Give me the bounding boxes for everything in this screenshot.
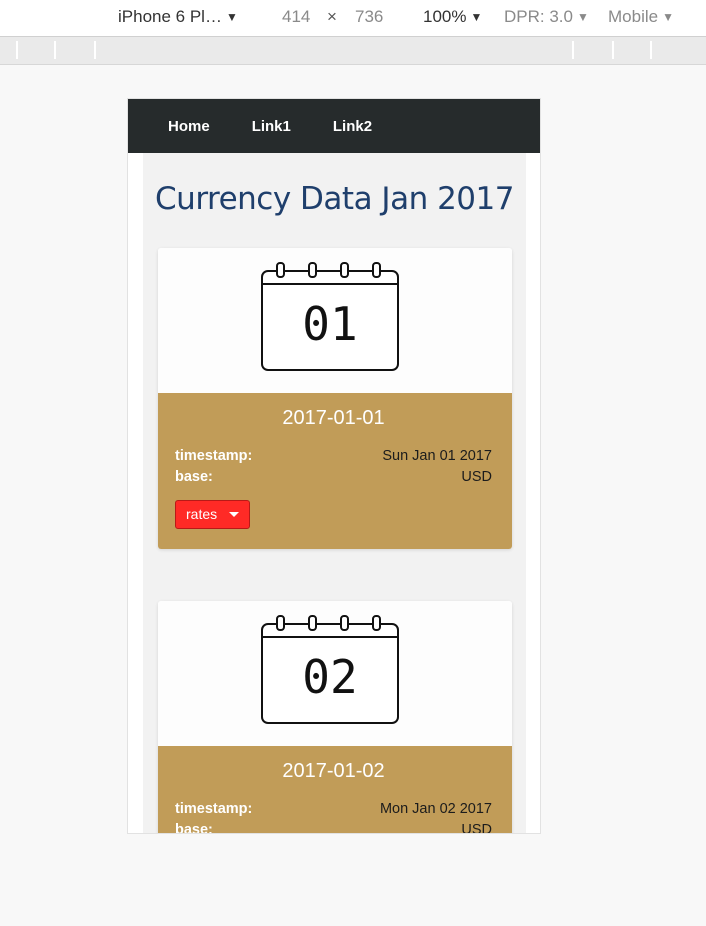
device-select[interactable]: iPhone 6 Pl… ▼	[118, 7, 238, 27]
rates-label: rates	[186, 506, 218, 522]
main-content: Currency Data Jan 2017 01 2017-01-01 tim…	[143, 153, 526, 833]
device-name: iPhone 6 Pl…	[118, 7, 222, 26]
width-input[interactable]: 414	[282, 7, 310, 27]
zoom-value: 100%	[423, 7, 467, 26]
base-label: base:	[175, 469, 213, 485]
base-row: base: USD	[175, 820, 492, 834]
chevron-down-icon: ▼	[225, 10, 238, 24]
caret-down-icon	[229, 511, 240, 517]
base-label: base:	[175, 822, 213, 834]
ruler-divider	[612, 41, 614, 59]
card-body: 2017-01-02 timestamp: Mon Jan 02 2017 ba…	[158, 746, 512, 834]
ruler-divider	[16, 41, 18, 59]
nav-link-link1[interactable]: Link1	[252, 118, 291, 135]
timestamp-label: timestamp:	[175, 448, 253, 464]
card-date: 2017-01-01	[282, 407, 385, 429]
device-viewport: Home Link1 Link2 Currency Data Jan 2017 …	[127, 98, 541, 834]
timestamp-label: timestamp:	[175, 801, 253, 817]
nav-link-link2[interactable]: Link2	[333, 118, 372, 135]
page-title: Currency Data Jan 2017	[155, 181, 514, 217]
calendar-icon: 01	[261, 262, 399, 371]
zoom-select[interactable]: 100% ▼	[423, 7, 482, 27]
ruler-divider	[650, 41, 652, 59]
height-input[interactable]: 736	[355, 7, 383, 27]
card-image: 01	[158, 248, 512, 393]
timestamp-value: Sun Jan 01 2017	[382, 448, 492, 464]
timestamp-row: timestamp: Sun Jan 01 2017	[175, 446, 492, 467]
chevron-down-icon: ▼	[662, 10, 674, 24]
nav-link-home[interactable]: Home	[168, 118, 210, 135]
dpr-value: DPR: 3.0	[504, 7, 573, 26]
chevron-down-icon: ▼	[470, 10, 483, 24]
calendar-icon: 02	[261, 615, 399, 724]
calendar-day: 02	[302, 650, 357, 704]
card-image: 02	[158, 601, 512, 746]
calendar-day: 01	[302, 297, 357, 351]
card-body: 2017-01-01 timestamp: Sun Jan 01 2017 ba…	[158, 393, 512, 549]
mode-select[interactable]: Mobile ▼	[608, 7, 674, 27]
device-toolbar: iPhone 6 Pl… ▼ 414 × 736 100% ▼ DPR: 3.0 ▼ …	[0, 0, 706, 37]
ruler-divider	[54, 41, 56, 59]
navbar: Home Link1 Link2	[128, 99, 540, 153]
base-value: USD	[461, 822, 492, 834]
mode-value: Mobile	[608, 7, 659, 26]
media-query-bar[interactable]	[0, 37, 706, 65]
base-row: base: USD	[175, 467, 492, 488]
ruler-divider	[94, 41, 96, 59]
chevron-down-icon: ▼	[576, 10, 589, 24]
timestamp-row: timestamp: Mon Jan 02 2017	[175, 799, 492, 820]
ruler-divider	[572, 41, 574, 59]
currency-card: 02 2017-01-02 timestamp: Mon Jan 02 2017…	[158, 601, 512, 834]
rates-dropdown-button[interactable]: rates	[175, 500, 251, 529]
card-date: 2017-01-02	[282, 760, 385, 782]
base-value: USD	[461, 469, 492, 485]
swap-dimensions-icon[interactable]: ×	[327, 7, 337, 27]
dpr-select[interactable]: DPR: 3.0 ▼	[504, 7, 589, 27]
currency-card: 01 2017-01-01 timestamp: Sun Jan 01 2017…	[158, 248, 512, 549]
timestamp-value: Mon Jan 02 2017	[379, 801, 492, 817]
